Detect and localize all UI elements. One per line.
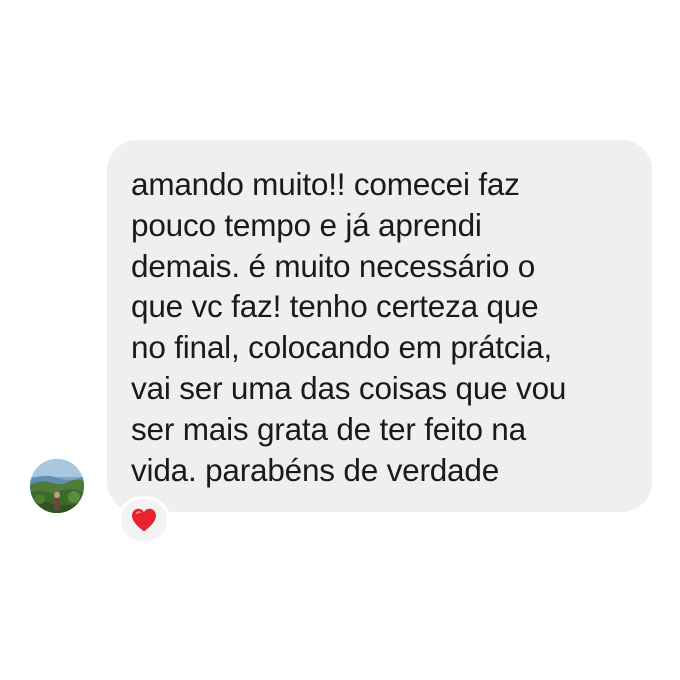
message-line: amando muito!! comecei faz — [131, 166, 520, 202]
profile-photo-landscape — [30, 459, 84, 513]
message-line: vai ser uma das coisas que vou — [131, 369, 567, 406]
received-message: amando muito!! comecei faz pouco tempo e… — [0, 0, 680, 680]
message-line: no final, colocando em prátcia, — [131, 329, 553, 366]
message-line: que vc faz! tenho certeza que — [131, 288, 539, 325]
red-heart-icon — [132, 508, 156, 532]
message-line: pouco tempo e já aprendi — [131, 206, 482, 243]
heart-reaction[interactable] — [118, 496, 170, 544]
message-bubble[interactable]: amando muito!! comecei faz pouco tempo e… — [107, 140, 652, 512]
message-line: demais. é muito necessário o — [131, 247, 536, 284]
sender-avatar[interactable] — [30, 459, 84, 513]
message-text: amando muito!! comecei faz pouco tempo e… — [131, 164, 641, 490]
message-line: ser mais grata de ter feito na — [131, 410, 526, 447]
message-line: vida. parabéns de verdade — [131, 451, 500, 488]
